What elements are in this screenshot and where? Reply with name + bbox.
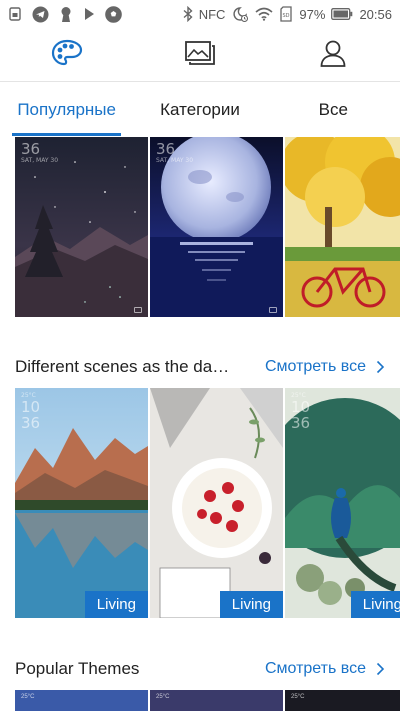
- lockscreen-clock-preview: 25°C 10 36: [21, 392, 41, 432]
- lockscreen-temp: 25°C: [156, 694, 170, 700]
- living-badge: Living: [350, 591, 400, 618]
- theme-thumbnail[interactable]: 25°C 10 36 Living: [285, 388, 400, 618]
- theme-thumbnail[interactable]: 25°C: [285, 690, 400, 711]
- lockscreen-clock-preview: 25°C 10 36: [291, 392, 311, 432]
- see-all-link[interactable]: Смотреть все: [265, 358, 385, 376]
- chevron-right-icon: [376, 360, 385, 374]
- clock: 20:56: [359, 6, 392, 22]
- tab-categories[interactable]: Категории: [133, 84, 266, 136]
- camera-icon: [269, 307, 277, 313]
- section-header: Popular Themes Смотреть все: [0, 651, 400, 687]
- themes-tab[interactable]: [0, 30, 133, 81]
- profile-tab[interactable]: [267, 30, 400, 81]
- see-all-label: Смотреть все: [264, 358, 366, 375]
- tab-all[interactable]: Все: [267, 84, 400, 136]
- lockscreen-clock-preview: 36 SAT, MAY 30: [21, 140, 59, 164]
- living-badge: Living: [84, 591, 148, 618]
- battery-percent: 97%: [299, 6, 326, 22]
- popular-themes-row: 25°C 25°C 25°C: [0, 690, 400, 711]
- do-not-disturb-icon: [231, 6, 249, 22]
- see-all-label: Смотреть все: [264, 660, 366, 677]
- chevron-right-icon: [376, 662, 385, 676]
- category-tabs: Популярные Категории Все: [0, 84, 400, 136]
- wifi-icon: [255, 7, 273, 21]
- keyhole-icon: [59, 6, 73, 23]
- theme-thumbnail[interactable]: 25°C: [15, 690, 148, 711]
- lockscreen-temp: 25°C: [291, 694, 305, 700]
- popular-wallpapers-row: 36 SAT, MAY 30 36 SAT, MAY 30: [0, 137, 400, 317]
- status-bar: NFC SD 97% 20:56: [0, 0, 400, 28]
- wallpaper-thumbnail[interactable]: [285, 137, 400, 317]
- lockscreen-clock-preview: 36 SAT, MAY 30: [156, 140, 194, 164]
- telegram-icon: [32, 6, 49, 23]
- top-navigation: [0, 30, 400, 82]
- play-icon: [83, 7, 95, 21]
- lockscreen-temp: 25°C: [21, 694, 35, 700]
- wallpaper-thumbnail[interactable]: 36 SAT, MAY 30: [15, 137, 148, 317]
- wallpaper-thumbnail[interactable]: 36 SAT, MAY 30: [150, 137, 283, 317]
- bluetooth-icon: [183, 6, 193, 22]
- section-title: Popular Themes: [15, 659, 140, 678]
- battery-icon: [331, 8, 353, 20]
- sim-icon: [8, 7, 22, 21]
- soccer-ball-icon: [105, 5, 122, 23]
- theme-thumbnail[interactable]: 25°C: [150, 690, 283, 711]
- tab-popular[interactable]: Популярные: [0, 84, 133, 136]
- theme-thumbnail[interactable]: Living: [150, 388, 283, 618]
- see-all-link[interactable]: Смотреть все: [265, 660, 385, 678]
- living-badge: Living: [219, 591, 283, 618]
- svg-text:SD: SD: [283, 13, 290, 19]
- gallery-icon: [184, 40, 216, 71]
- palette-icon: [51, 39, 83, 72]
- section-header: Different scenes as the da… Смотреть все: [0, 349, 400, 385]
- person-icon: [319, 39, 347, 72]
- theme-thumbnail[interactable]: 25°C 10 36 Living: [15, 388, 148, 618]
- nfc-label: NFC: [198, 6, 226, 22]
- wallpapers-tab[interactable]: [133, 30, 266, 81]
- different-scenes-row: 25°C 10 36 Living Living 25°C 10 36 Livi…: [0, 388, 400, 618]
- section-title: Different scenes as the da…: [15, 357, 230, 376]
- sd-card-icon: SD: [279, 6, 293, 22]
- camera-icon: [134, 307, 142, 313]
